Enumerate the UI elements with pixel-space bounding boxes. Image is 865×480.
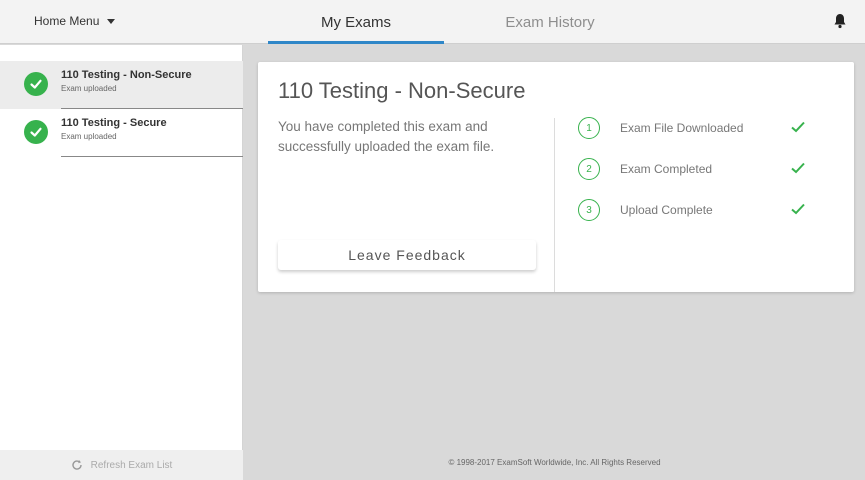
refresh-icon (71, 460, 82, 470)
home-menu-button[interactable]: Home Menu (34, 14, 116, 28)
tab-exam-history-label: Exam History (505, 13, 595, 31)
home-menu-label: Home Menu (34, 14, 100, 28)
completion-message: You have completed this exam and success… (278, 119, 495, 154)
top-bar: Home Menu My Exams Exam History (0, 0, 865, 44)
checkmark-icon (791, 203, 805, 215)
step-number-badge: 2 (578, 158, 600, 180)
check-circle-icon (24, 72, 48, 96)
step-exam-file-downloaded: 1 Exam File Downloaded (578, 117, 818, 141)
checkmark-icon (791, 162, 805, 174)
step-label: Upload Complete (620, 203, 713, 217)
step-exam-completed: 2 Exam Completed (578, 158, 818, 182)
refresh-exam-list-button[interactable]: Refresh Exam List (0, 450, 243, 480)
exam-title: 110 Testing - Secure (61, 117, 167, 129)
tab-exam-history[interactable]: Exam History (470, 0, 630, 44)
leave-feedback-button[interactable]: Leave Feedback (278, 240, 536, 270)
page-title: 110 Testing - Non-Secure (278, 78, 526, 103)
step-number-badge: 3 (578, 199, 600, 221)
checkmark-icon (791, 121, 805, 133)
step-upload-complete: 3 Upload Complete (578, 199, 818, 223)
exam-detail-card: 110 Testing - Non-Secure You have comple… (258, 62, 854, 292)
exam-list-item-non-secure[interactable]: 110 Testing - Non-Secure Exam uploaded (0, 61, 243, 109)
exam-list-sidebar: 110 Testing - Non-Secure Exam uploaded 1… (0, 45, 243, 480)
step-number-badge: 1 (578, 117, 600, 139)
check-circle-icon (24, 120, 48, 144)
refresh-label: Refresh Exam List (90, 459, 173, 471)
tab-my-exams[interactable]: My Exams (268, 0, 444, 44)
caret-down-icon (107, 18, 116, 24)
exam-list-item-secure[interactable]: 110 Testing - Secure Exam uploaded (0, 109, 243, 157)
step-label: Exam Completed (620, 162, 713, 176)
bell-icon[interactable] (833, 13, 847, 29)
exam-title: 110 Testing - Non-Secure (61, 69, 192, 81)
exam-status: Exam uploaded (61, 84, 117, 93)
step-label: Exam File Downloaded (620, 121, 744, 135)
tab-my-exams-label: My Exams (320, 13, 391, 31)
exam-status: Exam uploaded (61, 132, 117, 141)
divider (61, 156, 243, 157)
vertical-divider (554, 118, 555, 292)
copyright-footer: © 1998-2017 ExamSoft Worldwide, Inc. All… (448, 458, 661, 467)
